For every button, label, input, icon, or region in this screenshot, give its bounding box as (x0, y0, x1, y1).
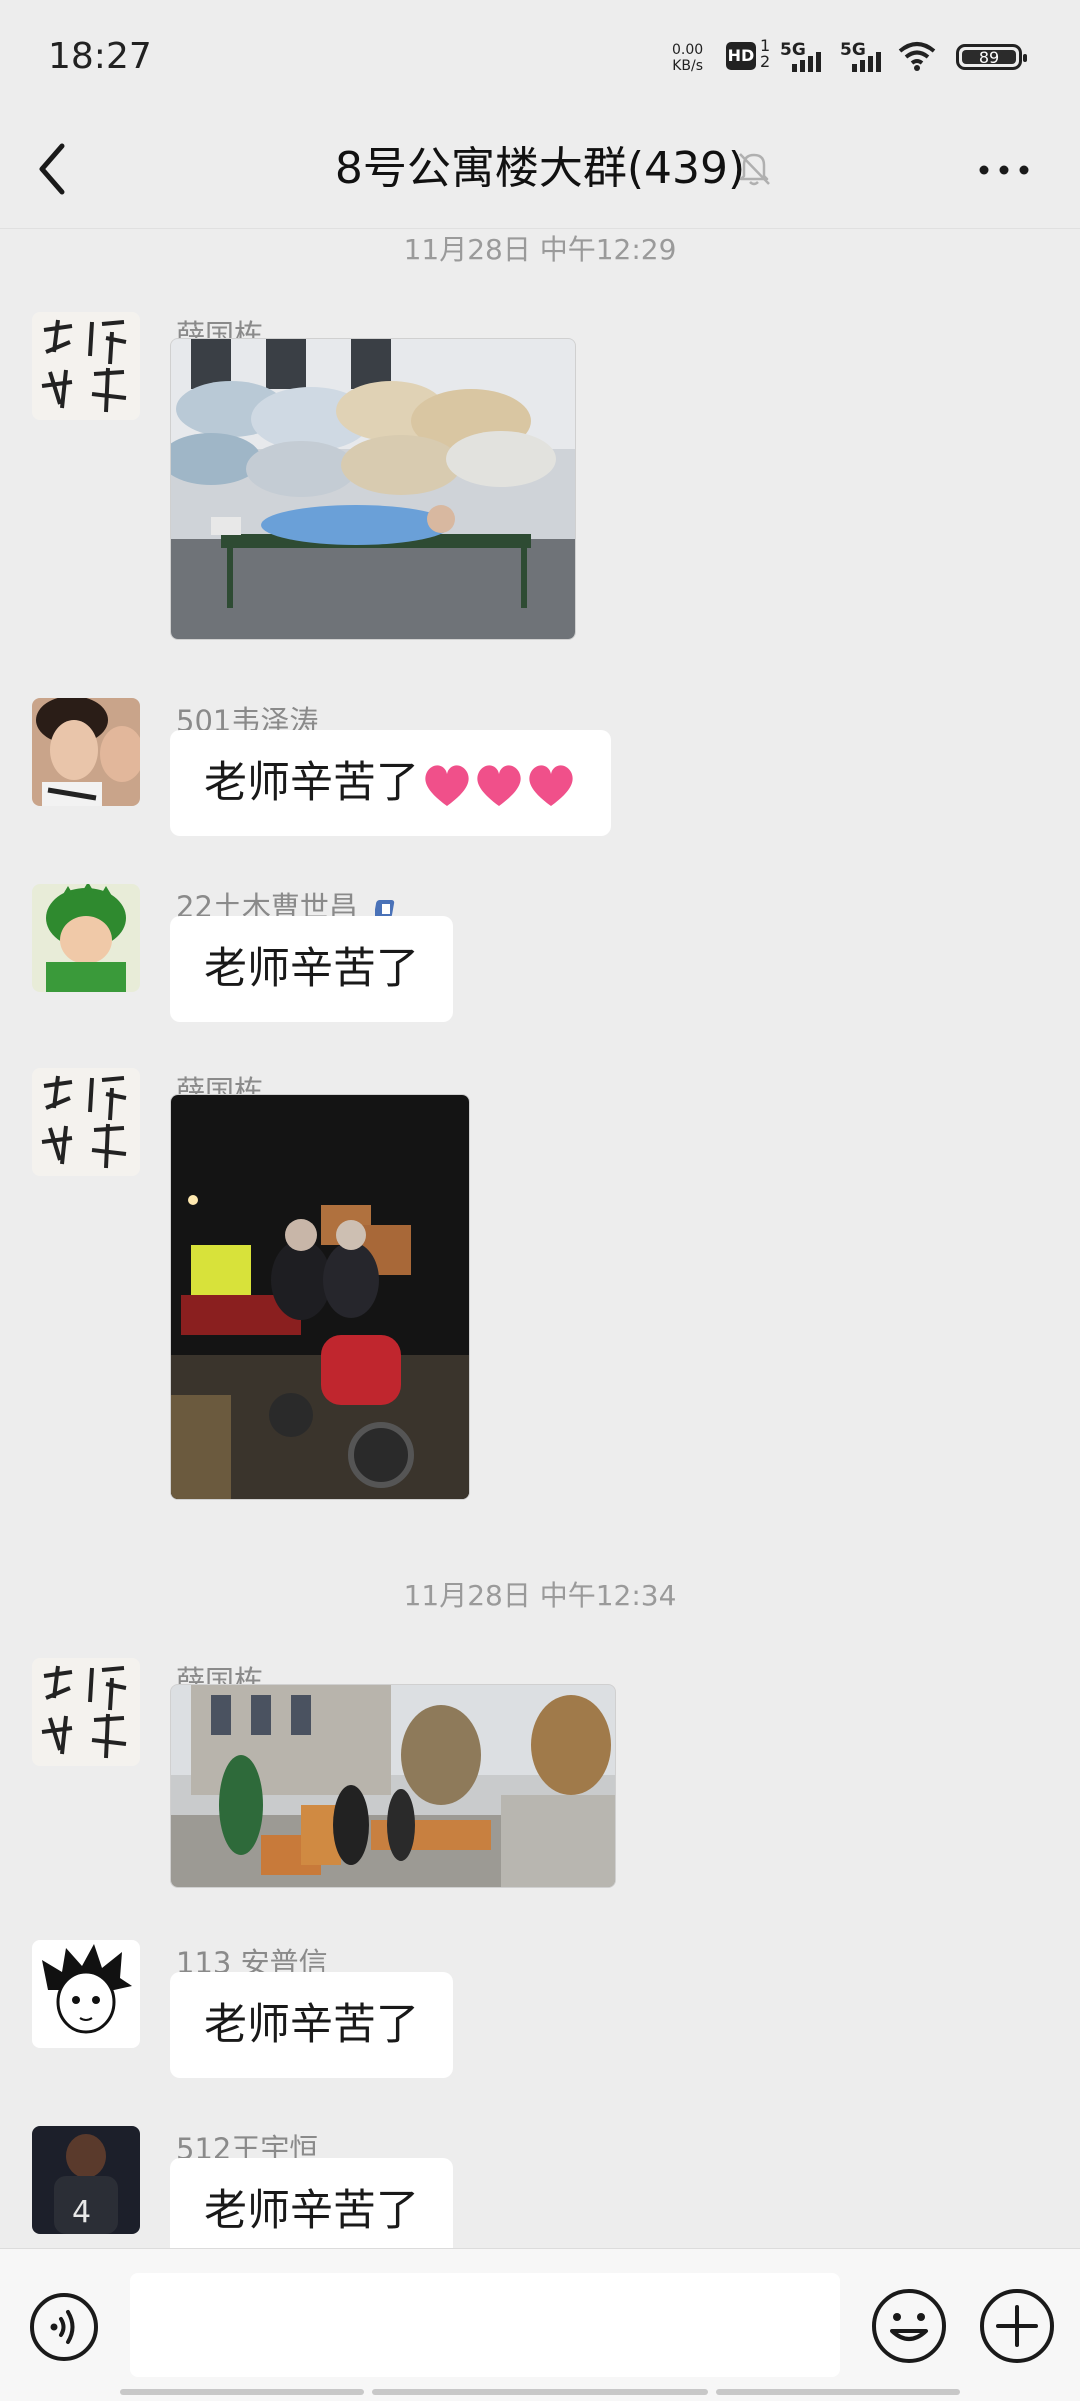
nav-gesture-bar (716, 2389, 960, 2395)
basketball-player-avatar: 4 (32, 2126, 140, 2234)
signal-1-label: 5G (780, 40, 806, 60)
street-boxes-photo (171, 1685, 615, 1887)
emoji-icon[interactable] (870, 2287, 948, 2365)
image-message[interactable] (170, 338, 576, 640)
couple-photo-avatar (32, 698, 140, 806)
text-bubble[interactable]: 老师辛苦了 (170, 916, 453, 1022)
wifi-icon (898, 42, 936, 71)
network-speed-value: 0.00 (672, 42, 704, 58)
image-message[interactable] (170, 1094, 470, 1500)
text-bubble[interactable]: 老师辛苦了 (170, 730, 611, 836)
hd-sim-indicator: 1 2 (760, 38, 770, 70)
text-bubble[interactable]: 老师辛苦了 (170, 1972, 453, 2078)
more-dots-icon[interactable] (974, 150, 1034, 190)
voice-icon[interactable] (28, 2291, 100, 2363)
image-message[interactable] (170, 1684, 616, 1888)
hd-icon: HD (726, 42, 756, 70)
avatar[interactable] (32, 698, 140, 806)
network-speed-unit: KB/s (672, 58, 703, 74)
avatar[interactable]: 4 (32, 2126, 140, 2234)
message-text: 老师辛苦了 (204, 944, 419, 994)
svg-text:4: 4 (72, 2195, 91, 2230)
timestamp: 11月28日 中午12:29 (403, 233, 677, 266)
avatar[interactable] (32, 1658, 140, 1766)
heart-emoji-icon (425, 764, 573, 806)
message-text: 老师辛苦了 (204, 758, 419, 808)
avatar[interactable] (32, 312, 140, 420)
battery-level: 89 (962, 50, 1016, 66)
message-text: 老师辛苦了 (204, 2000, 419, 2050)
dormitory-beds-photo (171, 339, 575, 639)
status-bar: 18:27 0.00 KB/s HD 1 2 5G 5G 89 (0, 0, 1080, 110)
chat-header: 8号公寓楼大群(439) (0, 110, 1080, 229)
nav-gesture-bar (120, 2389, 364, 2395)
avatar[interactable] (32, 1068, 140, 1176)
network-speed: 0.00 KB/s (672, 42, 703, 74)
status-time: 18:27 (48, 36, 152, 77)
chat-title: 8号公寓楼大群(439) (334, 143, 746, 194)
signal-1-icon: 5G (780, 40, 832, 74)
night-tricycle-photo (171, 1095, 469, 1499)
kid-dinosaur-avatar (32, 884, 140, 992)
input-bar (0, 2248, 1080, 2401)
calligraphy-avatar (32, 1068, 140, 1176)
text-bubble[interactable]: 老师辛苦了 (170, 2158, 453, 2248)
timestamp: 11月28日 中午12:34 (403, 1579, 677, 1612)
avatar[interactable] (32, 1940, 140, 2048)
message-input[interactable] (130, 2273, 840, 2377)
avatar[interactable] (32, 884, 140, 992)
calligraphy-avatar (32, 1658, 140, 1766)
calligraphy-avatar (32, 312, 140, 420)
signal-2-label: 5G (840, 40, 866, 60)
anime-boy-avatar (32, 1940, 140, 2048)
plus-circle-icon[interactable] (978, 2287, 1056, 2365)
signal-2-icon: 5G (840, 40, 892, 74)
chat-message-list[interactable]: 11月28日 中午12:29 薛国栋 501韦泽涛 老师辛苦了 22土木曹世昌 … (0, 228, 1080, 2248)
message-text: 老师辛苦了 (204, 2186, 419, 2236)
bell-muted-icon (739, 153, 770, 186)
nav-gesture-bar (372, 2389, 708, 2395)
hd-sub-bottom: 2 (760, 52, 771, 71)
battery-icon: 89 (956, 44, 1027, 70)
